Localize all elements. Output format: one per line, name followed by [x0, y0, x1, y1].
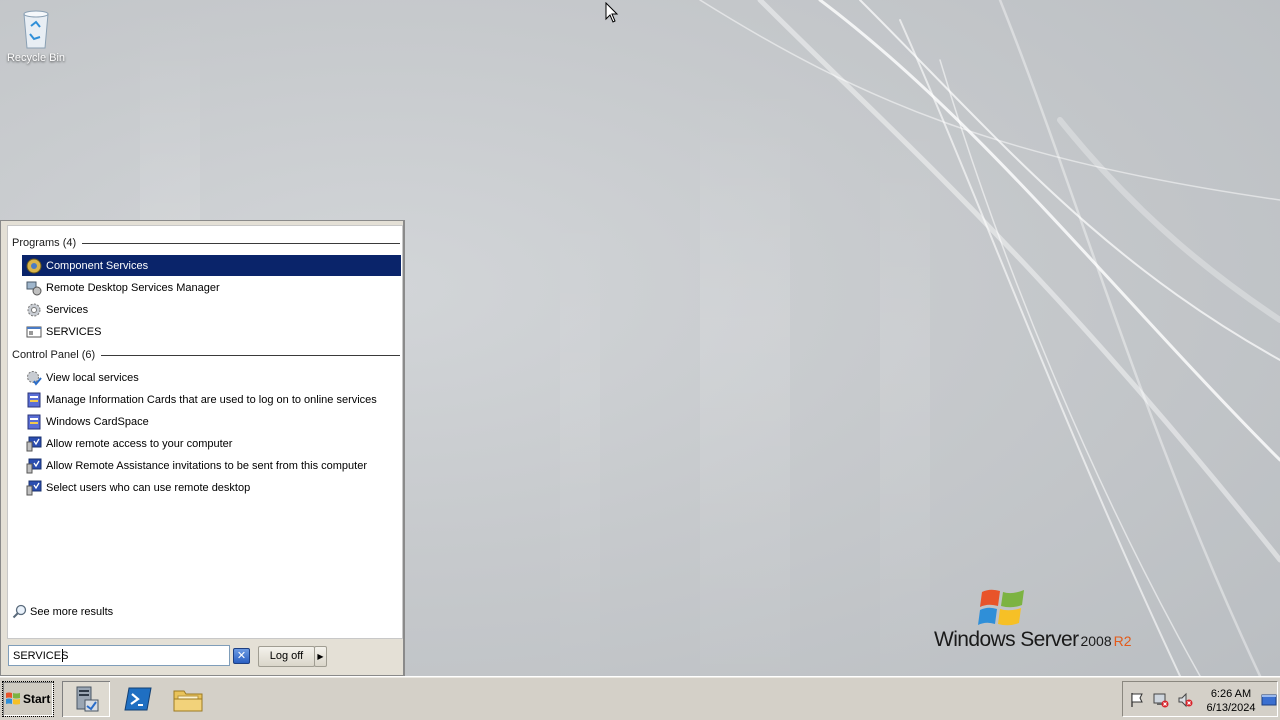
result-label: Services: [46, 303, 89, 316]
result-label: Component Services: [46, 259, 149, 272]
notification-area: 6:26 AM 6/13/2024: [1122, 681, 1278, 717]
component-services-icon: [26, 258, 42, 273]
powershell-icon: [124, 687, 152, 711]
result-label: Select users who can use remote desktop: [46, 481, 251, 494]
result-allow-remote-access[interactable]: Allow remote access to your computer: [22, 433, 401, 454]
clock-time: 6:26 AM: [1210, 688, 1252, 700]
cardspace-icon: [27, 414, 41, 429]
start-label: Start: [23, 692, 51, 706]
mouse-cursor-icon: [605, 1, 619, 27]
system-clock[interactable]: 6:26 AM 6/13/2024: [1203, 687, 1259, 715]
result-label: Windows CardSpace: [46, 415, 149, 428]
start-search-row: ✕ Log off ▶: [7, 644, 403, 668]
remote-desktop-manager-icon: [26, 281, 42, 295]
console-icon: [26, 326, 42, 337]
result-allow-remote-assistance[interactable]: Allow Remote Assistance invitations to b…: [22, 455, 401, 476]
show-desktop-icon[interactable]: [1261, 692, 1277, 708]
chevron-right-icon: ▶: [317, 652, 324, 661]
divider: [101, 354, 400, 356]
folder-icon: [173, 690, 203, 712]
programs-group-header: Programs (4): [12, 235, 400, 251]
magnifier-icon: [12, 604, 27, 619]
system-monitor-icon: [26, 480, 42, 495]
result-label: Allow Remote Assistance invitations to b…: [46, 459, 367, 472]
clock-date: 6/13/2024: [1206, 702, 1256, 714]
search-results-pane: Programs (4) Component Services Remote D…: [7, 225, 403, 639]
network-disconnected-icon[interactable]: [1153, 692, 1169, 708]
start-button[interactable]: Start: [2, 681, 54, 717]
windows-explorer-button[interactable]: [164, 681, 212, 717]
clear-search-button[interactable]: ✕: [233, 648, 250, 664]
result-view-local-services[interactable]: View local services: [22, 367, 401, 388]
result-label: Manage Information Cards that are used t…: [46, 393, 377, 406]
taskbar: Start 6:26 AM 6/13/2024: [0, 676, 1280, 720]
powershell-button[interactable]: [114, 681, 162, 717]
recycle-bin-label: Recycle Bin: [6, 52, 66, 64]
result-label: SERVICES: [46, 325, 102, 338]
action-center-flag-icon[interactable]: [1129, 692, 1145, 708]
services-check-icon: [27, 370, 42, 386]
volume-muted-icon[interactable]: [1177, 692, 1193, 708]
divider: [82, 242, 400, 244]
shutdown-options-button[interactable]: ▶: [314, 646, 327, 667]
result-select-remote-desktop-users[interactable]: Select users who can use remote desktop: [22, 477, 401, 498]
result-label: Remote Desktop Services Manager: [46, 281, 220, 294]
brand-windows-server: Windows Server: [934, 628, 1079, 651]
server-manager-button[interactable]: [62, 681, 110, 717]
result-component-services[interactable]: Component Services: [22, 255, 401, 276]
windows-flag-logo-icon: [978, 589, 1024, 626]
cardspace-icon: [27, 392, 41, 407]
brand-edition: R2: [1113, 633, 1132, 649]
programs-header-label: Programs (4): [12, 237, 77, 249]
system-monitor-icon: [26, 458, 42, 473]
control-panel-group-header: Control Panel (6): [12, 347, 400, 363]
windows-flag-icon: [6, 692, 20, 705]
result-services-console[interactable]: SERVICES: [22, 321, 401, 342]
system-monitor-icon: [26, 436, 42, 451]
result-label: View local services: [46, 371, 139, 384]
result-label: Allow remote access to your computer: [46, 437, 233, 450]
result-manage-information-cards[interactable]: Manage Information Cards that are used t…: [22, 389, 401, 410]
log-off-button[interactable]: Log off: [258, 646, 315, 667]
see-more-results-link[interactable]: See more results: [12, 604, 113, 619]
control-panel-header-label: Control Panel (6): [12, 349, 96, 361]
result-windows-cardspace[interactable]: Windows CardSpace: [22, 411, 401, 432]
recycle-bin-shortcut[interactable]: Recycle Bin: [4, 6, 68, 64]
text-caret: [62, 649, 63, 662]
result-services[interactable]: Services: [22, 299, 401, 320]
recycle-bin-icon: [23, 10, 49, 49]
brand-year: 2008: [1080, 633, 1112, 649]
services-gear-icon: [27, 303, 41, 316]
start-search-input[interactable]: [8, 645, 230, 666]
start-menu: Programs (4) Component Services Remote D…: [0, 220, 405, 676]
result-remote-desktop-services-manager[interactable]: Remote Desktop Services Manager: [22, 277, 401, 298]
windows-server-branding: Windows Server 2008 R2: [934, 586, 1164, 656]
close-icon: ✕: [236, 650, 247, 662]
server-manager-icon: [76, 686, 99, 712]
see-more-label: See more results: [30, 605, 114, 618]
